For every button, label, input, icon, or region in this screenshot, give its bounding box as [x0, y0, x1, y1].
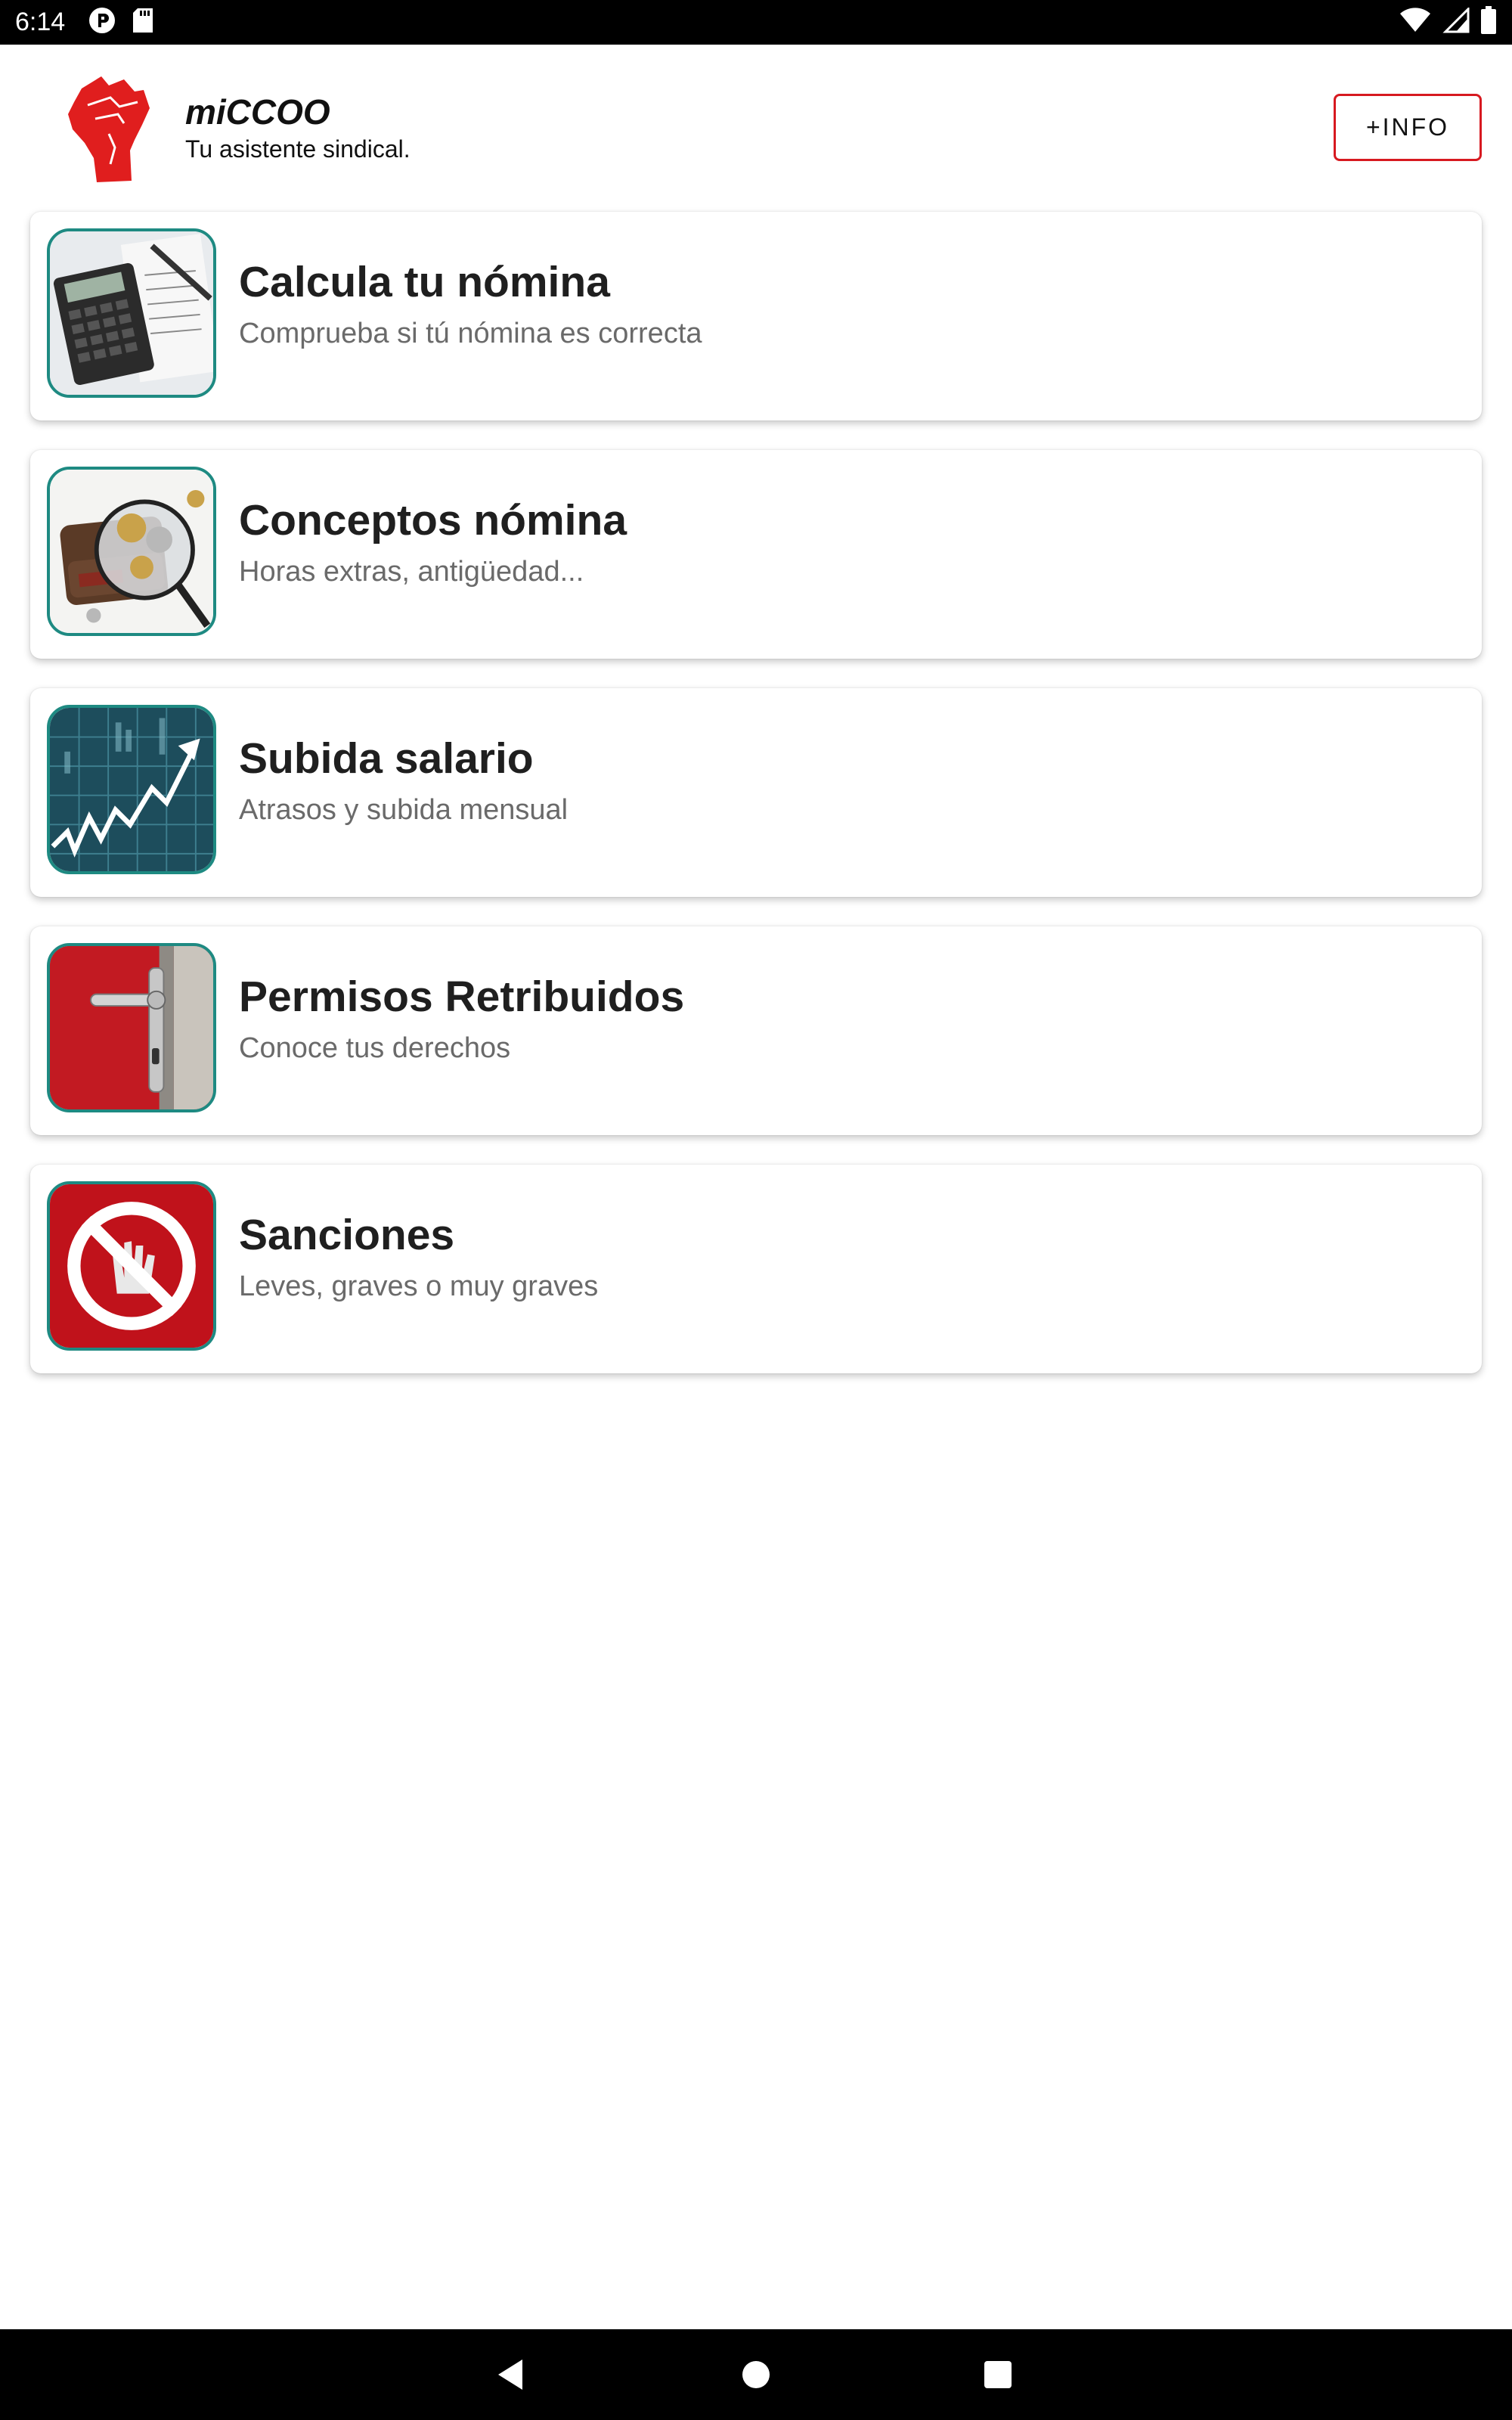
app-title: miCCOO: [185, 92, 330, 132]
card-title: Conceptos nómina: [239, 496, 627, 544]
status-bar: 6:14: [0, 0, 1512, 45]
card-title: Sanciones: [239, 1211, 455, 1259]
sd-card-icon: [132, 7, 154, 38]
menu-card-calcula-nomina[interactable]: Calcula tu nómina Comprueba si tú nómina…: [30, 212, 1482, 420]
status-left-icons: [88, 6, 154, 39]
menu-card-conceptos-nomina[interactable]: Conceptos nómina Horas extras, antigüeda…: [30, 450, 1482, 659]
app-header: miCCOO Tu asistente sindical. +INFO: [0, 45, 1512, 211]
calculator-payslip-thumbnail: [47, 228, 216, 398]
wallet-magnifier-thumbnail: [47, 467, 216, 636]
back-icon[interactable]: [488, 2352, 533, 2397]
card-subtitle: Horas extras, antigüedad...: [239, 556, 584, 588]
status-right-icons: [1399, 6, 1497, 39]
card-subtitle: Atrasos y subida mensual: [239, 794, 569, 826]
card-subtitle: Comprueba si tú nómina es correcta: [239, 318, 702, 349]
menu-card-permisos-retribuidos[interactable]: Permisos Retribuidos Conoce tus derechos: [30, 926, 1482, 1135]
battery-icon: [1480, 6, 1497, 39]
card-title: Subida salario: [239, 734, 534, 783]
recents-icon[interactable]: [975, 2352, 1021, 2397]
parking-notification-icon: [88, 6, 116, 39]
card-title: Permisos Retribuidos: [239, 973, 685, 1021]
card-subtitle: Conoce tus derechos: [239, 1032, 511, 1064]
home-icon[interactable]: [733, 2352, 779, 2397]
menu-card-subida-salario[interactable]: Subida salario Atrasos y subida mensual: [30, 688, 1482, 897]
door-handle-thumbnail: [47, 943, 216, 1112]
prohibited-hand-thumbnail: [47, 1181, 216, 1351]
status-time: 6:14: [15, 8, 66, 36]
menu-card-sanciones[interactable]: Sanciones Leves, graves o muy graves: [30, 1165, 1482, 1373]
app-subtitle: Tu asistente sindical.: [185, 135, 411, 163]
card-title: Calcula tu nómina: [239, 258, 610, 306]
info-button[interactable]: +INFO: [1334, 94, 1482, 161]
wifi-icon: [1399, 8, 1432, 37]
cell-signal-icon: [1442, 6, 1470, 37]
rising-chart-thumbnail: [47, 705, 216, 874]
card-subtitle: Leves, graves o muy graves: [239, 1270, 599, 1302]
raised-fist-logo: [65, 75, 151, 182]
system-nav-bar: [0, 2329, 1512, 2420]
